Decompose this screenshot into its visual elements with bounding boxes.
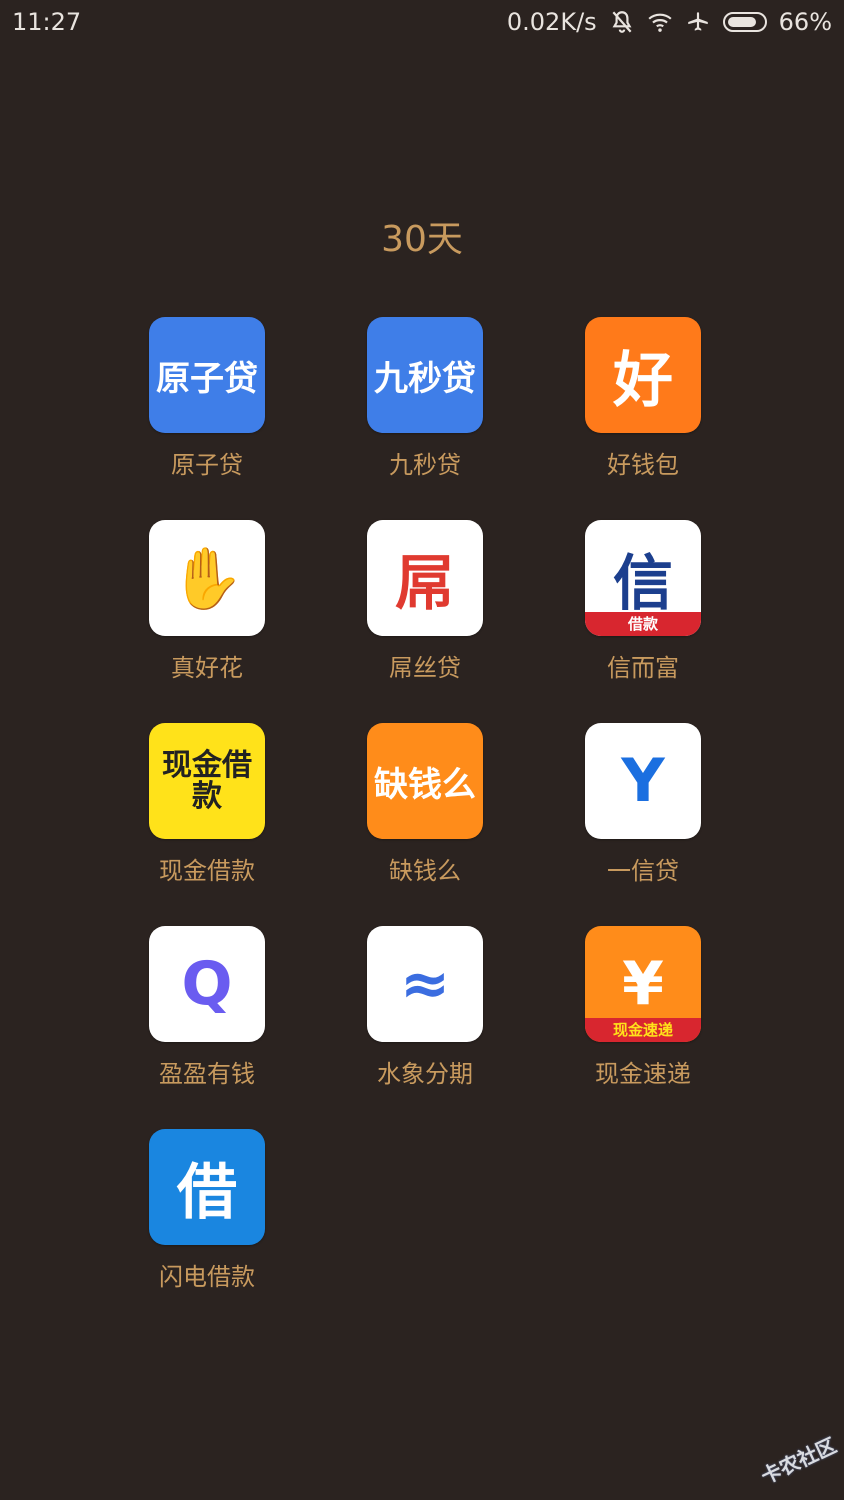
app-logo-icon[interactable]: ¥ 现金速递 bbox=[585, 926, 701, 1042]
app-logo-icon[interactable]: 借 bbox=[149, 1129, 265, 1245]
app-logo-text: 借 bbox=[177, 1157, 237, 1228]
status-bar: 11:27 0.02K/s 66% bbox=[0, 0, 844, 46]
app-logo-text: Y bbox=[621, 746, 665, 816]
app-icon-10[interactable]: Q 盈盈有钱 bbox=[112, 926, 302, 1089]
app-logo-icon[interactable]: 信借款 bbox=[585, 520, 701, 636]
folder-title[interactable]: 30天 bbox=[0, 210, 844, 262]
app-logo-icon[interactable]: 九秒贷 bbox=[367, 317, 483, 433]
app-label: 现金借款 bbox=[159, 857, 255, 885]
app-icon-5[interactable]: 屌屌丝贷 bbox=[330, 520, 520, 683]
app-label: 闪电借款 bbox=[159, 1263, 255, 1291]
app-logo-icon[interactable]: 好 bbox=[585, 317, 701, 433]
app-logo-text: 现金借款 bbox=[162, 747, 252, 814]
app-logo-text: 好 bbox=[613, 345, 673, 416]
app-logo-icon[interactable]: 屌 bbox=[367, 520, 483, 636]
app-icon-4[interactable]: ✋ 真好花 bbox=[112, 520, 302, 683]
app-logo-icon[interactable]: ≈ bbox=[367, 926, 483, 1042]
app-label: 盈盈有钱 bbox=[159, 1060, 255, 1088]
app-label: 好钱包 bbox=[607, 451, 679, 479]
app-logo-text: 九秒贷 bbox=[374, 358, 476, 399]
battery-percent: 66% bbox=[778, 8, 832, 36]
battery-icon bbox=[722, 12, 767, 32]
app-logo-icon[interactable]: Y bbox=[585, 723, 701, 839]
status-icons: 0.02K/s 66% bbox=[507, 8, 832, 36]
app-icon-3[interactable]: 好好钱包 bbox=[548, 317, 738, 480]
app-icon-13[interactable]: 借闪电借款 bbox=[112, 1129, 302, 1292]
network-speed: 0.02K/s bbox=[506, 8, 597, 36]
app-logo-icon[interactable]: 现金借款 bbox=[149, 723, 265, 839]
app-logo-text: 缺钱么 bbox=[374, 764, 476, 805]
app-logo-subtext: 借款 bbox=[585, 612, 701, 636]
app-icon-12[interactable]: ¥ 现金速递 现金速递 bbox=[548, 926, 738, 1089]
app-icon-7[interactable]: 现金借款 现金借款 bbox=[112, 723, 302, 886]
app-logo-text: ✋ bbox=[169, 543, 245, 614]
watermark-logo: 卡农社区 bbox=[757, 1433, 840, 1489]
app-logo-icon[interactable]: ✋ bbox=[149, 520, 265, 636]
app-label: 原子贷 bbox=[171, 451, 243, 479]
bell-off-icon bbox=[609, 9, 635, 35]
app-icon-8[interactable]: 缺钱么 缺钱么 bbox=[330, 723, 520, 886]
app-logo-text: Q bbox=[181, 949, 233, 1019]
app-label: 九秒贷 bbox=[389, 451, 461, 479]
app-label: 屌丝贷 bbox=[389, 654, 461, 682]
app-label: 现金速递 bbox=[595, 1060, 691, 1088]
app-label: 真好花 bbox=[171, 654, 243, 682]
app-logo-text: ≈ bbox=[399, 949, 451, 1019]
app-logo-icon[interactable]: Q bbox=[149, 926, 265, 1042]
app-logo-text: 屌 bbox=[395, 548, 455, 619]
app-label: 缺钱么 bbox=[389, 857, 461, 885]
app-icon-9[interactable]: Y 一信贷 bbox=[548, 723, 738, 886]
status-time: 11:27 bbox=[12, 8, 82, 36]
wifi-icon bbox=[647, 9, 673, 35]
app-label: 信而富 bbox=[607, 654, 679, 682]
app-icon-6[interactable]: 信借款 信而富 bbox=[548, 520, 738, 683]
app-icon-1[interactable]: 原子贷 原子贷 bbox=[112, 317, 302, 480]
app-label: 水象分期 bbox=[377, 1060, 473, 1088]
airplane-icon bbox=[685, 9, 711, 35]
app-icon-2[interactable]: 九秒贷 九秒贷 bbox=[330, 317, 520, 480]
app-label: 一信贷 bbox=[607, 857, 679, 885]
app-icon-11[interactable]: ≈ 水象分期 bbox=[330, 926, 520, 1089]
app-logo-text: 原子贷 bbox=[156, 358, 258, 399]
app-logo-subtext: 现金速递 bbox=[585, 1018, 701, 1042]
app-logo-icon[interactable]: 原子贷 bbox=[149, 317, 265, 433]
app-logo-icon[interactable]: 缺钱么 bbox=[367, 723, 483, 839]
